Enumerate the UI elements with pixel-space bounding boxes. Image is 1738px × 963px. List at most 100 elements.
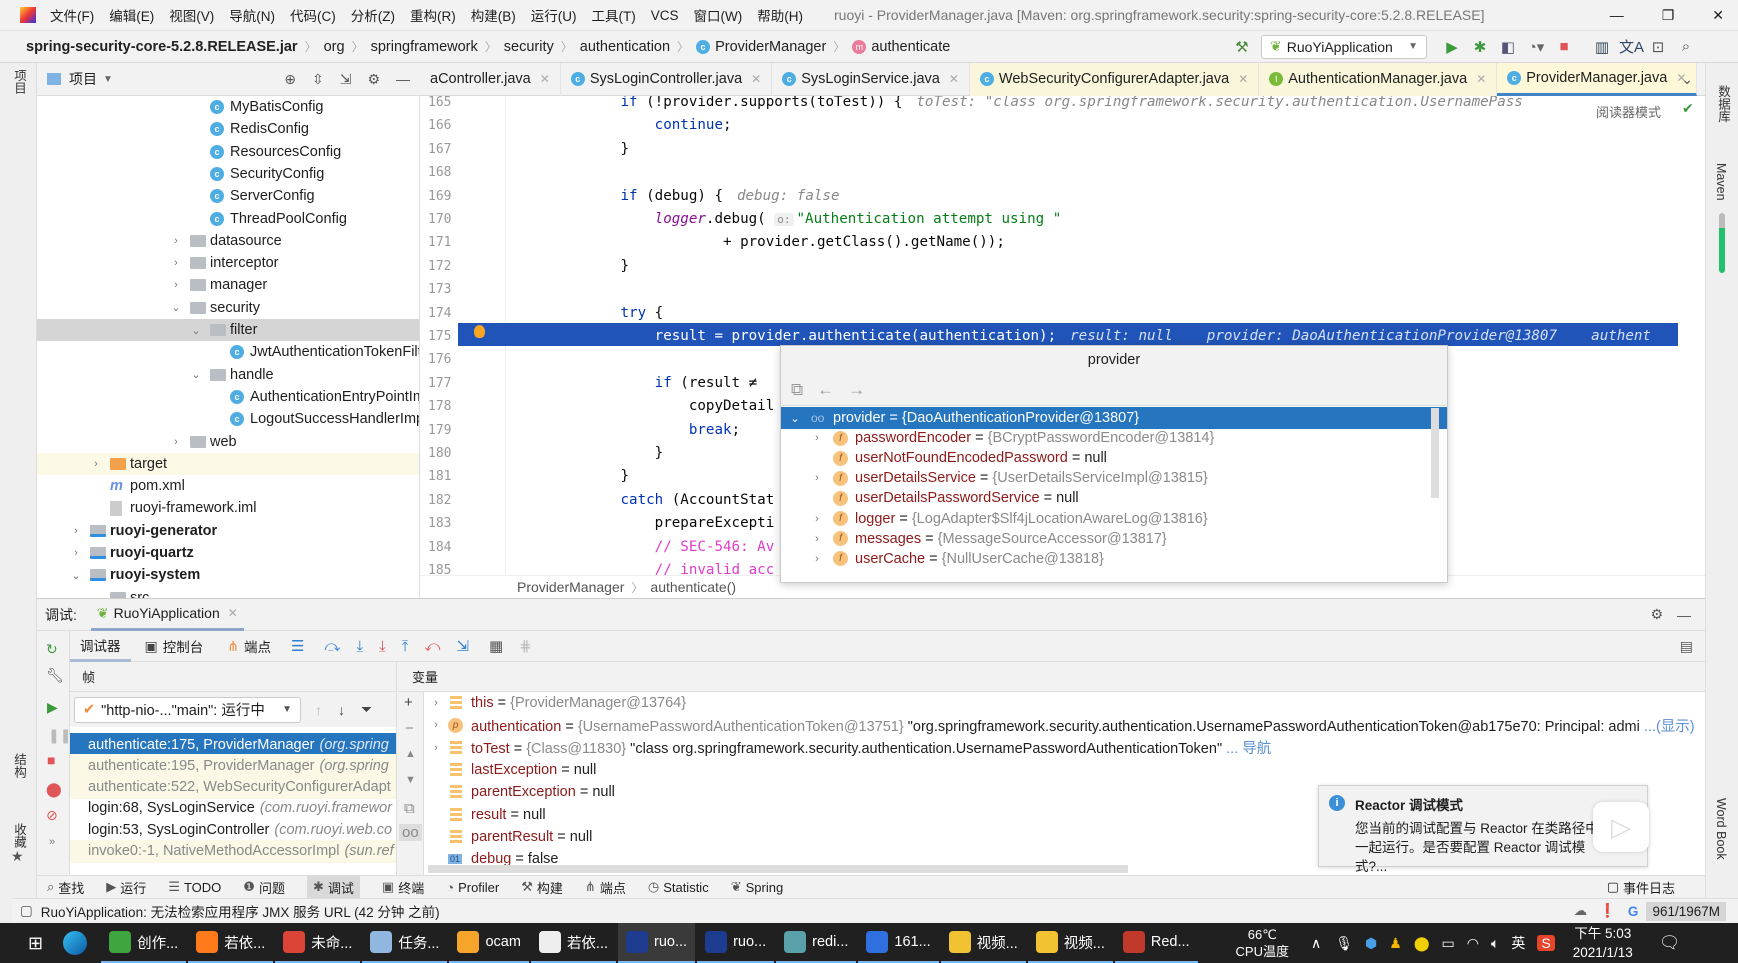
tree-item-ruoyi-framework-iml[interactable]: ruoyi-framework.iml — [37, 497, 419, 519]
word-book-tool-button[interactable]: Word Book — [1714, 798, 1728, 860]
stack-frame[interactable]: authenticate:522, WebSecurityConfigurerA… — [70, 775, 396, 799]
layout-icon[interactable]: ▤ — [1680, 638, 1693, 655]
code-line[interactable]: if (!provider.supports(toTest)) {toTest:… — [518, 96, 1523, 114]
taskbar-app[interactable]: 创作... — [101, 923, 187, 963]
chevron-right-icon[interactable]: › — [170, 436, 182, 448]
breadcrumb-item[interactable]: security — [504, 39, 554, 55]
notification-center-icon[interactable]: 🗨︎ — [1659, 933, 1681, 953]
menu-item[interactable]: 工具(T) — [592, 5, 636, 25]
ime-indicator[interactable]: 英 — [1511, 933, 1525, 953]
thread-selector[interactable]: ✔ "http-nio-..."main": 运行中 ▼ — [74, 696, 301, 723]
hide-icon[interactable]: — — [396, 71, 410, 87]
code-line[interactable]: } — [518, 138, 629, 161]
chevron-right-icon[interactable]: › — [170, 235, 182, 247]
maven-tool-button[interactable]: Maven — [1714, 163, 1728, 201]
tree-item-filter[interactable]: ⌄ filter — [37, 319, 419, 341]
show-execution-point-icon[interactable]: ☰ — [291, 637, 304, 655]
menu-item[interactable]: 重构(R) — [410, 5, 456, 25]
gear-icon[interactable]: ⚙ — [1650, 606, 1663, 623]
chevron-right-icon[interactable]: › — [430, 719, 442, 731]
menu-item[interactable]: 帮助(H) — [757, 5, 803, 25]
clock[interactable]: 下午 5:03 2021/1/13 — [1573, 924, 1633, 962]
reader-mode-label[interactable]: 阅读器模式 — [1592, 102, 1666, 121]
back-arrow-icon[interactable]: ← — [817, 380, 834, 400]
favorites-tool-button[interactable]: 收藏 — [10, 823, 29, 848]
debug-session-tab[interactable]: ❦ RuoYiApplication ✕ — [90, 598, 244, 631]
run-config-dropdown[interactable]: ❦ RuoYiApplication ▼ — [1261, 34, 1427, 59]
code-line[interactable]: } — [518, 465, 629, 488]
evaluate-expression-icon[interactable]: ▦ — [489, 637, 503, 655]
menu-item[interactable]: 导航(N) — [229, 5, 275, 25]
tree-item-ruoyi-system[interactable]: ⌄ ruoyi-system — [37, 564, 419, 586]
taskbar-app[interactable]: 若依... — [530, 923, 617, 963]
tree-item-threadpoolconfig[interactable]: c ThreadPoolConfig — [37, 208, 419, 230]
tab-sysloginservice-java[interactable]: c SysLoginService.java ✕ — [772, 62, 970, 96]
tree-item-src[interactable]: ⌄ src — [37, 587, 419, 598]
mute-breakpoints-icon[interactable]: ⊘ — [46, 807, 58, 824]
code-line[interactable]: } — [518, 255, 629, 278]
taskbar-app[interactable]: redi... — [776, 923, 857, 963]
gear-icon[interactable]: ⚙ — [367, 71, 380, 88]
close-tab-icon[interactable]: ✕ — [1476, 72, 1486, 86]
code-line[interactable]: if (debug) {debug: false — [518, 185, 840, 208]
code-line[interactable]: catch (AccountStat — [518, 489, 775, 512]
filter-icon[interactable]: ⏷ — [361, 701, 372, 718]
toolwindow-9[interactable]: ◷ Statistic — [648, 879, 709, 895]
toolwindow-7[interactable]: ⚒ 构建 — [521, 878, 563, 897]
previous-frame-icon[interactable]: ↑ — [315, 702, 322, 718]
tree-item-handle[interactable]: ⌄ handle — [37, 364, 419, 386]
tree-item-serverconfig[interactable]: c ServerConfig — [37, 185, 419, 207]
stack-frame[interactable]: invoke0:-1, NativeMethodAccessorImpl (sun… — [70, 839, 396, 863]
breadcrumb-item[interactable]: springframework — [371, 39, 478, 55]
stop-icon[interactable]: ■ — [47, 752, 55, 768]
terminal-window-icon[interactable]: ⊡ — [1647, 38, 1669, 56]
variable-link[interactable]: ...(显示) — [1644, 719, 1695, 735]
add-watch-icon[interactable]: + — [404, 694, 413, 711]
restore-button[interactable]: ❐ — [1662, 7, 1675, 24]
stack-frame[interactable]: login:68, SysLoginService (com.ruoyi.fram… — [70, 797, 396, 820]
build-hammer-icon[interactable]: ⚒ — [1231, 38, 1253, 56]
taskbar-app[interactable]: 视频... — [1027, 923, 1113, 963]
minimize-button[interactable]: — — [1610, 7, 1624, 23]
code-line[interactable]: copyDetail — [518, 395, 774, 418]
variable-link[interactable]: ... 导航 — [1226, 741, 1271, 757]
close-tab-icon[interactable]: ✕ — [949, 72, 959, 86]
close-icon[interactable]: ✕ — [228, 606, 238, 620]
debug-bug-icon[interactable]: ✱ — [1469, 38, 1491, 56]
popup-variable-row[interactable]: › f userDetailsService = {UserDetailsServi… — [781, 467, 1447, 489]
menu-item[interactable]: 视图(V) — [169, 5, 214, 25]
project-structure-icon[interactable]: ▥ — [1591, 38, 1613, 56]
code-line[interactable]: try { — [518, 302, 664, 325]
microphone-icon[interactable]: 🎙︎ — [1335, 935, 1353, 952]
tree-item-securityconfig[interactable]: c SecurityConfig — [37, 163, 419, 185]
tree-item-datasource[interactable]: › datasource — [37, 230, 419, 252]
copy-icon[interactable]: ⧉ — [404, 800, 415, 817]
next-frame-icon[interactable]: ↓ — [338, 702, 345, 718]
qq-icon[interactable]: ♟ — [1389, 935, 1402, 952]
menu-item[interactable]: 文件(F) — [50, 5, 94, 25]
chevron-right-icon[interactable]: › — [811, 513, 823, 525]
toolwindow-3[interactable]: ❶ 问题 — [243, 878, 285, 897]
menu-item[interactable]: 编辑(E) — [109, 5, 154, 25]
chevron-down-icon[interactable]: ⌄ — [190, 368, 202, 381]
chevron-down-icon[interactable]: ⌄ — [90, 591, 102, 598]
drop-frame-icon[interactable]: ⤺ — [424, 638, 440, 655]
code-line[interactable]: continue; — [518, 114, 732, 137]
chevron-right-icon[interactable]: › — [811, 553, 823, 565]
code-line[interactable]: // SEC-546: Av — [518, 536, 775, 559]
taskbar-app[interactable]: ocam — [449, 923, 529, 963]
popup-variable-row[interactable]: ⌄ oo provider = {DaoAuthenticationProvider… — [781, 407, 1447, 429]
taskbar-app[interactable]: 若依... — [188, 923, 274, 963]
sogou-icon[interactable]: S — [1537, 935, 1555, 951]
step-out-icon[interactable]: ⤒ — [402, 638, 409, 655]
tree-item-jwtauthenticationtokenfilt[interactable]: c JwtAuthenticationTokenFilt — [37, 341, 419, 363]
tab-providermanager-java[interactable]: c ProviderManager.java ✕ — [1497, 62, 1698, 96]
stack-frame[interactable]: authenticate:195, ProviderManager (org.sp… — [70, 754, 396, 778]
event-log-button[interactable]: 事件日志 — [1623, 878, 1675, 897]
rerun-icon[interactable]: ↻ — [46, 641, 58, 658]
chevron-right-icon[interactable]: › — [430, 697, 442, 709]
toolwindow-2[interactable]: ☰ TODO — [168, 879, 221, 895]
status-message[interactable]: RuoYiApplication: 无法检索应用程序 JMX 服务 URL (4… — [41, 901, 440, 921]
chevron-down-icon[interactable]: ⌄ — [170, 301, 182, 314]
taskbar-app[interactable]: 视频... — [940, 923, 1026, 963]
